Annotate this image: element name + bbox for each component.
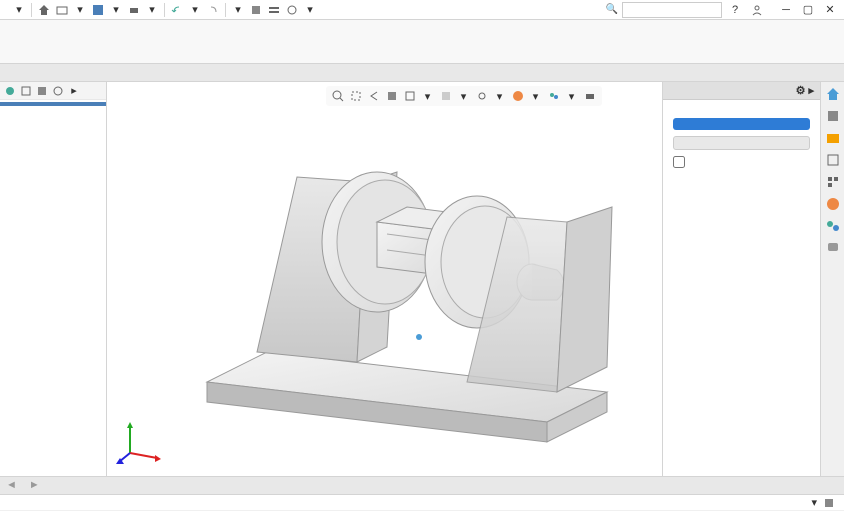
view-triad[interactable] [115,418,165,468]
options-icon[interactable] [266,2,282,18]
explorer-tab-icon[interactable] [823,150,843,170]
appearance-tab-icon[interactable] [823,194,843,214]
close-button[interactable]: ✕ [820,2,840,18]
get-update-button[interactable] [673,118,810,130]
resources-tab-icon[interactable] [823,106,843,126]
design-lib-tab-icon[interactable] [823,128,843,148]
panel-settings-icon[interactable]: ⚙ [796,84,806,97]
model-view [127,102,667,472]
tree-tool-icon[interactable] [2,83,18,99]
dropdown-icon[interactable]: ▾ [302,2,318,18]
select-icon[interactable]: ▾ [230,2,246,18]
tree-tool-icon[interactable] [50,83,66,99]
dropdown-icon[interactable]: ▾ [144,2,160,18]
rebuild-icon[interactable] [248,2,264,18]
feature-tree [0,100,106,476]
search-input[interactable] [622,2,722,18]
minimize-button[interactable]: ─ [776,2,796,18]
bottom-tabs: ◄ ► [0,476,844,494]
task-pane-strip [820,82,844,476]
print-icon[interactable] [126,2,142,18]
panel-collapse-icon[interactable]: ▸ [808,84,814,97]
tree-tool-icon[interactable] [34,83,50,99]
home-tab-icon[interactable] [823,84,843,104]
open-icon[interactable] [54,2,70,18]
maximize-button[interactable]: ▢ [798,2,818,18]
tree-tool-icon[interactable] [18,83,34,99]
dont-ask-input[interactable] [673,156,685,168]
feature-tree-panel: ▸ [0,82,107,476]
tab-scroll-right[interactable]: ► [23,477,46,494]
view-palette-tab-icon[interactable] [823,172,843,192]
status-dropdown-icon[interactable]: ▾ [811,496,817,509]
redo-icon[interactable] [205,2,221,18]
marketplace-panel: ⚙ ▸ [662,82,820,476]
title-bar: ▾ ▾ ▾ ▾ ▾ ▾ ▾ 🔍 ? ─ ▢ ✕ [0,0,844,20]
props-tab-icon[interactable] [823,216,843,236]
home-icon[interactable] [36,2,52,18]
install-later-button[interactable] [673,136,810,150]
save-icon[interactable] [90,2,106,18]
dropdown-icon[interactable]: ▾ [187,2,203,18]
tree-toolbar: ▸ [0,82,106,100]
undo-icon[interactable] [169,2,185,18]
user-icon[interactable] [749,2,765,18]
tree-header[interactable] [0,102,106,106]
dont-ask-checkbox[interactable] [673,156,810,168]
status-bar: ▾ [0,494,844,510]
status-tool-icon[interactable] [821,495,837,511]
tab-scroll-left[interactable]: ◄ [0,477,23,494]
settings-icon[interactable] [284,2,300,18]
dropdown-icon[interactable]: ▾ [108,2,124,18]
ribbon-toolbar [0,20,844,64]
dropdown-icon[interactable]: ▾ [72,2,88,18]
forum-tab-icon[interactable] [823,238,843,258]
command-tabs [0,64,844,82]
search-icon: 🔍 [606,4,618,15]
help-icon[interactable]: ? [727,2,743,18]
tree-tool-icon[interactable]: ▸ [66,83,82,99]
dropdown-icon[interactable]: ▾ [11,2,27,18]
